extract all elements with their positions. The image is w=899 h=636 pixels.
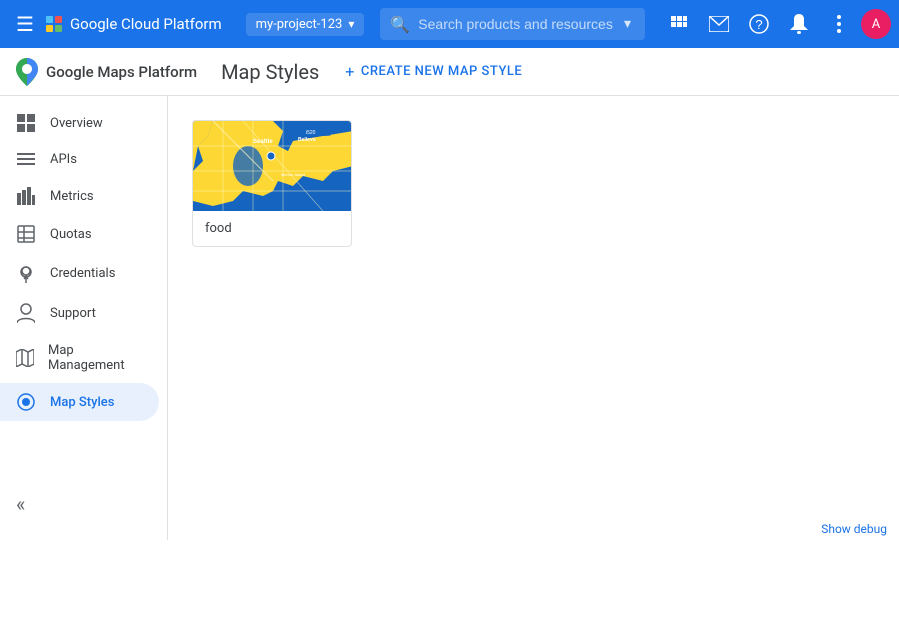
sidebar-label-support: Support [50, 306, 96, 321]
search-dropdown-icon[interactable]: ▾ [620, 12, 635, 36]
sub-header: Google Maps Platform Map Styles + CREATE… [0, 48, 899, 96]
sidebar-item-map-styles[interactable]: Map Styles [0, 383, 159, 421]
project-chevron-icon [348, 17, 354, 32]
seattle-map-svg: Seattle Bellevu Mercer Island i520 [193, 121, 352, 211]
search-bar: 🔍 ▾ [380, 8, 645, 40]
logo-sq-red [55, 16, 62, 23]
page-title-area: Map Styles + CREATE NEW MAP STYLE [221, 56, 532, 87]
overview-icon [16, 114, 36, 132]
logo-sq-blue [46, 16, 53, 23]
sidebar-label-credentials: Credentials [50, 266, 115, 281]
sidebar-label-quotas: Quotas [50, 227, 92, 242]
main-layout: Overview APIs Metrics Quotas Credentials [0, 96, 899, 540]
debug-bar-label: Show debug [821, 522, 887, 536]
logo-sq-green [55, 25, 62, 32]
sidebar-label-apis: APIs [50, 152, 77, 167]
more-vert-icon-button[interactable] [821, 6, 857, 42]
search-icon: 🔍 [390, 15, 410, 34]
apps-icon-button[interactable] [661, 6, 697, 42]
top-bar-right-actions: ? A [661, 6, 891, 42]
apis-icon [16, 153, 36, 167]
help-icon-button[interactable]: ? [741, 6, 777, 42]
debug-bar[interactable]: Show debug [809, 518, 899, 540]
svg-text:i520: i520 [306, 130, 316, 136]
sidebar-item-map-management[interactable]: Map Management [0, 333, 159, 383]
sidebar-item-quotas[interactable]: Quotas [0, 215, 159, 253]
create-plus-icon: + [345, 62, 355, 81]
map-thumbnail: Seattle Bellevu Mercer Island i520 [193, 121, 352, 211]
search-input[interactable] [418, 16, 620, 32]
notifications-icon-button[interactable] [781, 6, 817, 42]
project-selector[interactable]: my-project-123 [246, 13, 365, 36]
sidebar-label-overview: Overview [50, 116, 103, 131]
sidebar-item-apis[interactable]: APIs [0, 142, 159, 177]
quotas-icon [16, 225, 36, 243]
sidebar-item-credentials[interactable]: Credentials [0, 253, 159, 293]
brand-logo: Google Maps Platform [16, 58, 197, 86]
svg-text:Bellevu: Bellevu [298, 137, 316, 143]
svg-text:?: ? [755, 17, 762, 32]
sidebar-label-map-management: Map Management [48, 343, 143, 373]
menu-icon[interactable]: ☰ [8, 4, 42, 44]
create-new-map-style-button[interactable]: + CREATE NEW MAP STYLE [335, 56, 532, 87]
sidebar-label-map-styles: Map Styles [50, 395, 114, 410]
maps-pin-icon [16, 58, 38, 86]
logo-sq-yellow [46, 25, 53, 32]
brand-name: Google Maps Platform [46, 63, 197, 81]
page-title: Map Styles [221, 60, 319, 84]
sidebar-label-metrics: Metrics [50, 189, 94, 204]
gcp-logo: Google Cloud Platform [46, 15, 222, 33]
email-icon-button[interactable] [701, 6, 737, 42]
metrics-icon [16, 187, 36, 205]
create-btn-label: CREATE NEW MAP STYLE [361, 64, 522, 79]
sidebar-item-overview[interactable]: Overview [0, 104, 159, 142]
sidebar-item-support[interactable]: Support [0, 293, 159, 333]
collapse-icon: « [16, 492, 25, 516]
project-name: my-project-123 [256, 17, 343, 32]
sidebar-item-metrics[interactable]: Metrics [0, 177, 159, 215]
user-avatar[interactable]: A [861, 9, 891, 39]
svg-text:Seattle: Seattle [253, 139, 273, 145]
credentials-icon [16, 263, 36, 283]
gcp-title: Google Cloud Platform [70, 15, 222, 33]
support-icon [16, 303, 36, 323]
sidebar: Overview APIs Metrics Quotas Credentials [0, 96, 168, 540]
map-styles-icon [16, 393, 36, 411]
map-style-label: food [193, 211, 351, 246]
map-style-card-food[interactable]: Seattle Bellevu Mercer Island i520 food [192, 120, 352, 247]
gcp-logo-squares [46, 16, 62, 32]
top-header-bar: ☰ Google Cloud Platform my-project-123 🔍… [0, 0, 899, 48]
map-management-icon [16, 349, 34, 367]
svg-text:Mercer Island: Mercer Island [281, 172, 305, 177]
main-content: Seattle Bellevu Mercer Island i520 food [168, 96, 899, 540]
sidebar-collapse-button[interactable]: « [0, 484, 41, 524]
